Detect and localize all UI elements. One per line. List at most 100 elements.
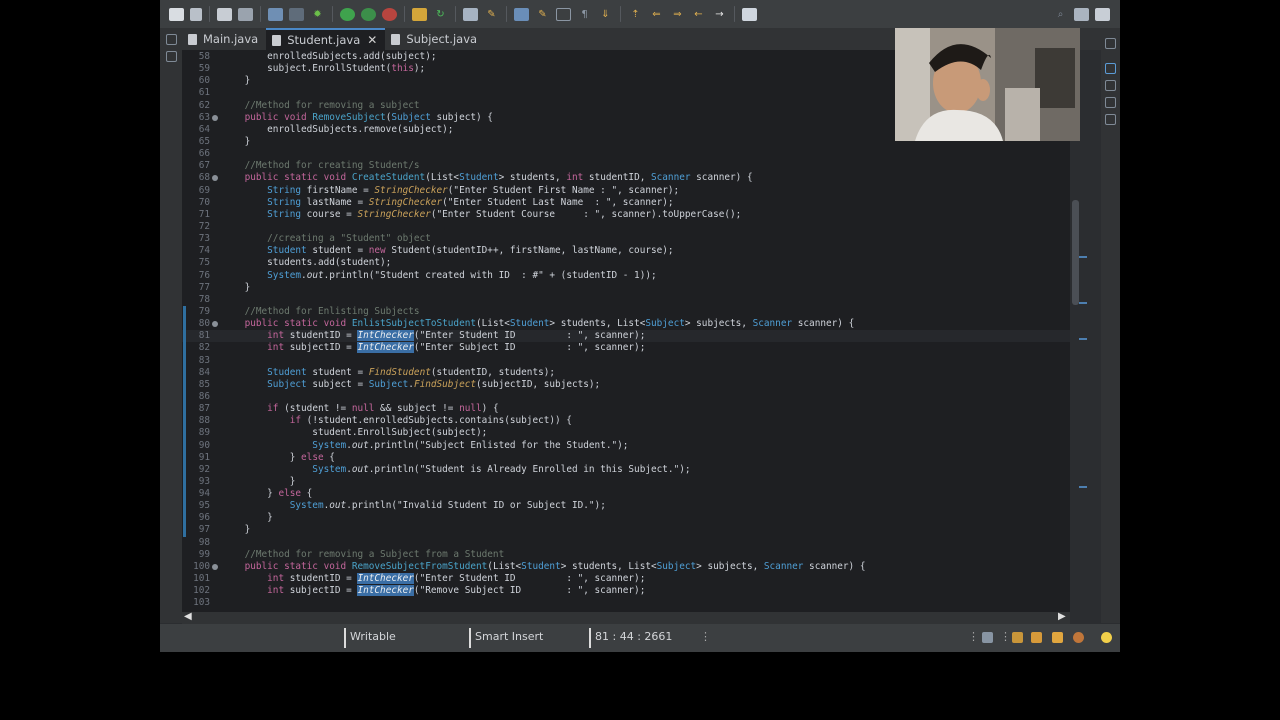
code-line[interactable]: 75 students.add(student);: [182, 257, 1070, 269]
restore-icon[interactable]: [165, 34, 177, 45]
tab-main-java[interactable]: Main.java: [182, 28, 266, 50]
code-token: System: [222, 463, 347, 475]
hierarchy-icon[interactable]: [1105, 80, 1116, 91]
code-line[interactable]: 79 //Method for Enlisting Subjects: [182, 305, 1070, 319]
tab-subject-java[interactable]: Subject.java: [385, 28, 485, 50]
code-line[interactable]: 95 System.out.println("Invalid Student I…: [182, 500, 1070, 513]
java-file-icon: [391, 33, 401, 45]
pin-editor-icon[interactable]: [742, 7, 757, 21]
pen-quick-icon[interactable]: [1052, 632, 1063, 643]
code-line[interactable]: 87 if (student != null && subject != nul…: [182, 403, 1070, 416]
progress-icon[interactable]: [982, 632, 993, 643]
search-icon[interactable]: ⌕: [1053, 8, 1068, 21]
code-line[interactable]: 67 //Method for creating Student/s: [182, 160, 1070, 172]
new-file-icon[interactable]: [169, 7, 184, 21]
tip-bulb-icon[interactable]: [1101, 632, 1112, 643]
back-icon[interactable]: ←: [691, 8, 706, 21]
scroll-left-arrow[interactable]: ◀: [184, 611, 192, 622]
code-line[interactable]: 72: [182, 221, 1070, 233]
code-line[interactable]: 94 } else {: [182, 488, 1070, 501]
code-line[interactable]: 100 public static void RemoveSubjectFrom…: [182, 561, 1070, 573]
code-line[interactable]: 84 Student student = FindStudent(student…: [182, 366, 1070, 379]
terminal-icon[interactable]: [268, 7, 283, 21]
close-tab-icon[interactable]: ✕: [367, 33, 377, 47]
code-line[interactable]: 96 }: [182, 512, 1070, 525]
code-line[interactable]: 92 System.out.println("Student is Alread…: [182, 463, 1070, 476]
code-line[interactable]: 66: [182, 148, 1070, 160]
more-icon[interactable]: ⋮: [1000, 624, 1011, 652]
problems-icon[interactable]: [1105, 97, 1116, 108]
code-line[interactable]: 85 Subject subject = Subject.FindSubject…: [182, 378, 1070, 391]
scroll-thumb[interactable]: [1072, 200, 1079, 305]
more-icon[interactable]: ⋮: [968, 624, 979, 652]
refresh-icon[interactable]: ↻: [433, 8, 448, 21]
code-line[interactable]: 68 public static void CreateStudent(List…: [182, 172, 1070, 184]
code-line[interactable]: 103: [182, 597, 1070, 609]
console-quick-icon[interactable]: [1031, 632, 1042, 643]
forward-icon[interactable]: →: [712, 8, 727, 21]
tab-student-java[interactable]: Student.java ✕: [266, 28, 386, 50]
java-perspective-icon[interactable]: [1095, 7, 1110, 21]
pen-icon[interactable]: ✎: [484, 8, 499, 21]
open-folder-icon[interactable]: [1012, 632, 1023, 643]
settings-icon[interactable]: [1073, 632, 1084, 643]
code-line[interactable]: 101 int studentID = IntChecker("Enter St…: [182, 573, 1070, 585]
code-line[interactable]: 102 int subjectID = IntChecker("Remove S…: [182, 585, 1070, 597]
show-whitespace-icon[interactable]: ¶: [577, 8, 592, 21]
code-text: public static void CreateStudent(List<St…: [222, 172, 753, 184]
open-perspective-icon[interactable]: [1074, 7, 1089, 21]
code-line[interactable]: 97 }: [182, 524, 1070, 537]
scroll-right-arrow[interactable]: ▶: [1058, 611, 1066, 622]
code-line[interactable]: 99 //Method for removing a Subject from …: [182, 549, 1070, 561]
next-edit-icon[interactable]: ⇒: [670, 8, 685, 21]
line-number: 98: [198, 536, 210, 548]
code-line[interactable]: 71 String course = StringChecker("Enter …: [182, 209, 1070, 221]
outline-icon[interactable]: [1105, 38, 1116, 49]
print-icon[interactable]: [238, 7, 253, 21]
more-icon[interactable]: ⋮: [700, 624, 711, 652]
package-explorer-icon[interactable]: [165, 51, 177, 62]
horizontal-scrollbar[interactable]: ◀ ▶: [182, 611, 1070, 624]
code-line[interactable]: 82 int subjectID = IntChecker("Enter Sub…: [182, 342, 1070, 355]
save-all-icon[interactable]: [217, 7, 232, 21]
debug-icon[interactable]: ✹: [310, 8, 325, 21]
code-text: public static void RemoveSubjectFromStud…: [222, 561, 866, 573]
insert-mode-status[interactable]: Smart Insert: [475, 624, 543, 652]
highlight-icon[interactable]: ✎: [535, 8, 550, 21]
prev-annotation-icon[interactable]: ⇐: [649, 8, 664, 21]
code-line[interactable]: 91 } else {: [182, 451, 1070, 464]
code-token: ("Enter Student Course : ", scanner).toU…: [430, 208, 742, 220]
code-line[interactable]: 76 System.out.println("Student created w…: [182, 270, 1070, 282]
code-line[interactable]: 73 //creating a "Student" object: [182, 233, 1070, 245]
code-line[interactable]: 70 String lastName = StringChecker("Ente…: [182, 197, 1070, 209]
webcam-overlay: [895, 28, 1080, 141]
cursor-position[interactable]: 81 : 44 : 2661: [595, 624, 672, 652]
block-selection-icon[interactable]: [556, 7, 571, 21]
code-line[interactable]: 89 student.EnrollSubject(subject);: [182, 427, 1070, 440]
code-line[interactable]: 74 Student student = new Student(student…: [182, 245, 1070, 257]
skip-breakpoints-icon[interactable]: [289, 7, 304, 21]
toggle-mark-occurrences-icon[interactable]: [514, 7, 529, 21]
code-line[interactable]: 81 int studentID = IntChecker("Enter Stu…: [182, 330, 1070, 343]
code-line[interactable]: 88 if (!student.enrolledSubjects.contain…: [182, 415, 1070, 428]
last-edit-icon[interactable]: ⇡: [628, 8, 643, 21]
code-line[interactable]: 69 String firstName = StringChecker("Ent…: [182, 185, 1070, 197]
code-line[interactable]: 90 System.out.println("Subject Enlisted …: [182, 439, 1070, 452]
task-list-icon[interactable]: [1105, 63, 1116, 74]
code-line[interactable]: 83: [182, 354, 1070, 367]
run-icon[interactable]: [340, 7, 355, 21]
code-line[interactable]: 86: [182, 390, 1070, 404]
code-line[interactable]: 93 }: [182, 475, 1070, 489]
code-line[interactable]: 98: [182, 537, 1070, 549]
run-configs-icon[interactable]: [361, 7, 376, 21]
new-class-icon[interactable]: [412, 7, 427, 21]
external-tools-icon[interactable]: [382, 7, 397, 21]
next-annotation-icon[interactable]: ⇓: [598, 8, 613, 21]
code-line[interactable]: 80 public static void EnlistSubjectToStu…: [182, 318, 1070, 331]
console-icon[interactable]: [1105, 114, 1116, 125]
code-token: else: [301, 451, 324, 463]
open-type-icon[interactable]: [463, 7, 478, 21]
save-icon[interactable]: [190, 7, 202, 21]
code-line[interactable]: 78: [182, 294, 1070, 306]
code-line[interactable]: 77 }: [182, 282, 1070, 294]
